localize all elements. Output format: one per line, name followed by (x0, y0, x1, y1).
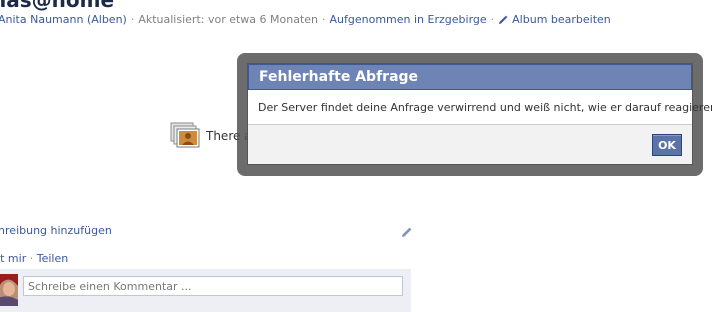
album-meta: Anita Naumann (Alben) · Aktualisiert: vor … (0, 13, 611, 26)
dialog-message: Der Server findet deine Anfrage verwirre… (258, 101, 712, 114)
actions-row: llt mir · Teilen (0, 252, 68, 265)
comment-input[interactable] (23, 276, 403, 296)
separator: · (26, 252, 37, 265)
separator: · (490, 13, 495, 26)
like-link[interactable]: llt mir (0, 252, 26, 265)
share-link[interactable]: Teilen (37, 252, 68, 265)
error-dialog: Fehlerhafte Abfrage Der Server findet de… (247, 63, 712, 165)
add-description-link[interactable]: chreibung hinzufügen (0, 224, 112, 237)
album-owner-link[interactable]: Anita Naumann (Alben) (0, 13, 127, 26)
edit-album-label: Album bearbeiten (512, 13, 611, 26)
album-updated: Aktualisiert: vor etwa 6 Monaten (138, 13, 319, 26)
pencil-icon (499, 15, 508, 24)
dialog-footer: OK (248, 124, 692, 164)
dialog-title: Fehlerhafte Abfrage (248, 64, 692, 90)
photo-stack-icon (170, 122, 200, 148)
ok-button[interactable]: OK (652, 134, 682, 156)
edit-album-link[interactable]: Album bearbeiten (498, 13, 611, 26)
separator: · (130, 13, 135, 26)
avatar (0, 274, 18, 306)
album-location-link[interactable]: Aufgenommen in Erzgebirge (330, 13, 487, 26)
pencil-icon[interactable] (401, 226, 413, 238)
album-title: nas@home (0, 0, 115, 12)
separator: · (322, 13, 326, 26)
